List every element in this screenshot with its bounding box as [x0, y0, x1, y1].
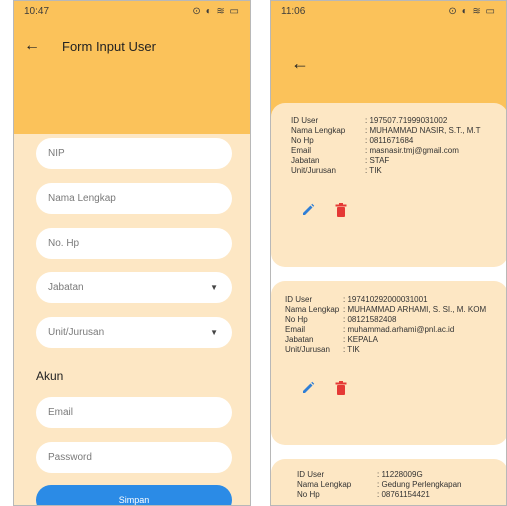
label-email: Email [285, 325, 306, 334]
page-title: Form Input User [62, 39, 156, 54]
form-input-screen: 10:47 ⊙ ◐ ≋ ▭ ← Form Input User NIP Nama… [13, 0, 251, 506]
chevron-down-icon: ▼ [210, 283, 218, 292]
user-card: ID User : 11228009G Nama Lengkap : Gedun… [271, 459, 506, 505]
label-id: ID User [297, 470, 325, 479]
user-card: ID User : 197507.71999031002 Nama Lengka… [271, 103, 506, 267]
chevron-down-icon: ▼ [210, 328, 218, 337]
user-row-hp: No Hp : 08761154421 [297, 490, 506, 500]
label-nama: Nama Lengkap [291, 126, 346, 135]
nama-lengkap-placeholder: Nama Lengkap [48, 193, 116, 204]
unit-jurusan-select[interactable]: Unit/Jurusan ▼ [36, 317, 232, 348]
back-arrow-icon[interactable]: ← [291, 53, 309, 74]
value-id: : 197507.71999031002 [365, 116, 448, 125]
password-field[interactable]: Password [36, 442, 232, 473]
value-email: : masnasir.tmj@gmail.com [365, 146, 459, 155]
value-email: : muhammad.arhami@pnl.ac.id [343, 325, 455, 334]
user-row-unit: Unit/Jurusan : TIK [291, 166, 506, 176]
edit-icon[interactable] [301, 381, 315, 395]
jabatan-placeholder: Jabatan [48, 282, 84, 293]
value-hp: : 08121582408 [343, 315, 397, 324]
label-hp: No Hp [297, 490, 320, 499]
unit-jurusan-placeholder: Unit/Jurusan [48, 327, 105, 338]
status-time: 11:06 [281, 6, 306, 17]
user-row-hp: No Hp : 08121582408 [285, 315, 506, 325]
user-row-jabatan: Jabatan : KEPALA [285, 335, 506, 345]
status-bar: 11:06 ⊙ ◐ ≋ ▭ [271, 1, 506, 23]
user-card: ID User : 197410292000031001 Nama Lengka… [271, 281, 506, 445]
nip-field[interactable]: NIP [36, 138, 232, 169]
user-list-screen: 11:06 ⊙ ◐ ≋ ▭ ← ID User : 197507.7199903… [270, 0, 507, 506]
user-row-id: ID User : 197410292000031001 [285, 295, 506, 305]
value-id: : 197410292000031001 [343, 295, 428, 304]
user-row-nama: Nama Lengkap : MUHAMMAD NASIR, S.T., M.T [291, 126, 506, 136]
value-hp: : 08761154421 [377, 490, 430, 499]
label-nama: Nama Lengkap [285, 305, 340, 314]
label-unit: Unit/Jurusan [285, 345, 330, 354]
value-nama: : Gedung Perlengkapan [377, 480, 462, 489]
user-row-email: Email : muhammad.arhami@pnl.ac.id [285, 325, 506, 335]
label-unit: Unit/Jurusan [291, 166, 336, 175]
edit-icon[interactable] [301, 203, 315, 217]
section-akun: Akun [36, 369, 64, 383]
user-row-nama: Nama Lengkap : MUHAMMAD ARHAMI, S. SI., … [285, 305, 506, 315]
status-bar: 10:47 ⊙ ◐ ≋ ▭ [14, 1, 250, 23]
jabatan-select[interactable]: Jabatan ▼ [36, 272, 232, 303]
status-icons: ⊙ ◐ ≋ ▭ [192, 6, 240, 17]
nama-lengkap-field[interactable]: Nama Lengkap [36, 183, 232, 214]
label-jabatan: Jabatan [291, 156, 320, 165]
value-nama: : MUHAMMAD NASIR, S.T., M.T [365, 126, 481, 135]
no-hp-field[interactable]: No. Hp [36, 228, 232, 259]
label-jabatan: Jabatan [285, 335, 314, 344]
nip-placeholder: NIP [48, 148, 65, 159]
email-field[interactable]: Email [36, 397, 232, 428]
value-nama: : MUHAMMAD ARHAMI, S. SI., M. KOM [343, 305, 487, 314]
value-id: : 11228009G [377, 470, 423, 479]
user-row-email: Email : masnasir.tmj@gmail.com [291, 146, 506, 156]
user-row-jabatan: Jabatan : STAF [291, 156, 506, 166]
value-jabatan: : STAF [365, 156, 390, 165]
value-jabatan: : KEPALA [343, 335, 378, 344]
user-row-nama: Nama Lengkap : Gedung Perlengkapan [297, 480, 506, 490]
delete-icon[interactable] [335, 203, 347, 217]
label-nama: Nama Lengkap [297, 480, 352, 489]
delete-icon[interactable] [335, 381, 347, 395]
user-row-id: ID User : 11228009G [297, 470, 506, 480]
user-row-id: ID User : 197507.71999031002 [291, 116, 506, 126]
simpan-label: Simpan [118, 495, 150, 505]
user-row-hp: No Hp : 0811671684 [291, 136, 506, 146]
password-placeholder: Password [48, 452, 92, 463]
status-icons: ⊙ ◐ ≋ ▭ [448, 6, 496, 17]
label-hp: No Hp [285, 315, 308, 324]
label-id: ID User [285, 295, 313, 304]
status-time: 10:47 [24, 6, 50, 17]
app-bar: 10:47 ⊙ ◐ ≋ ▭ ← Form Input User [14, 1, 250, 134]
email-placeholder: Email [48, 407, 74, 418]
no-hp-placeholder: No. Hp [48, 238, 80, 249]
value-hp: : 0811671684 [365, 136, 414, 145]
label-email: Email [291, 146, 312, 155]
back-arrow-icon[interactable]: ← [24, 37, 40, 55]
value-unit: : TIK [343, 345, 360, 354]
simpan-button[interactable]: Simpan [36, 485, 232, 505]
user-row-unit: Unit/Jurusan : TIK [285, 345, 506, 355]
label-id: ID User [291, 116, 319, 125]
value-unit: : TIK [365, 166, 382, 175]
label-hp: No Hp [291, 136, 314, 145]
